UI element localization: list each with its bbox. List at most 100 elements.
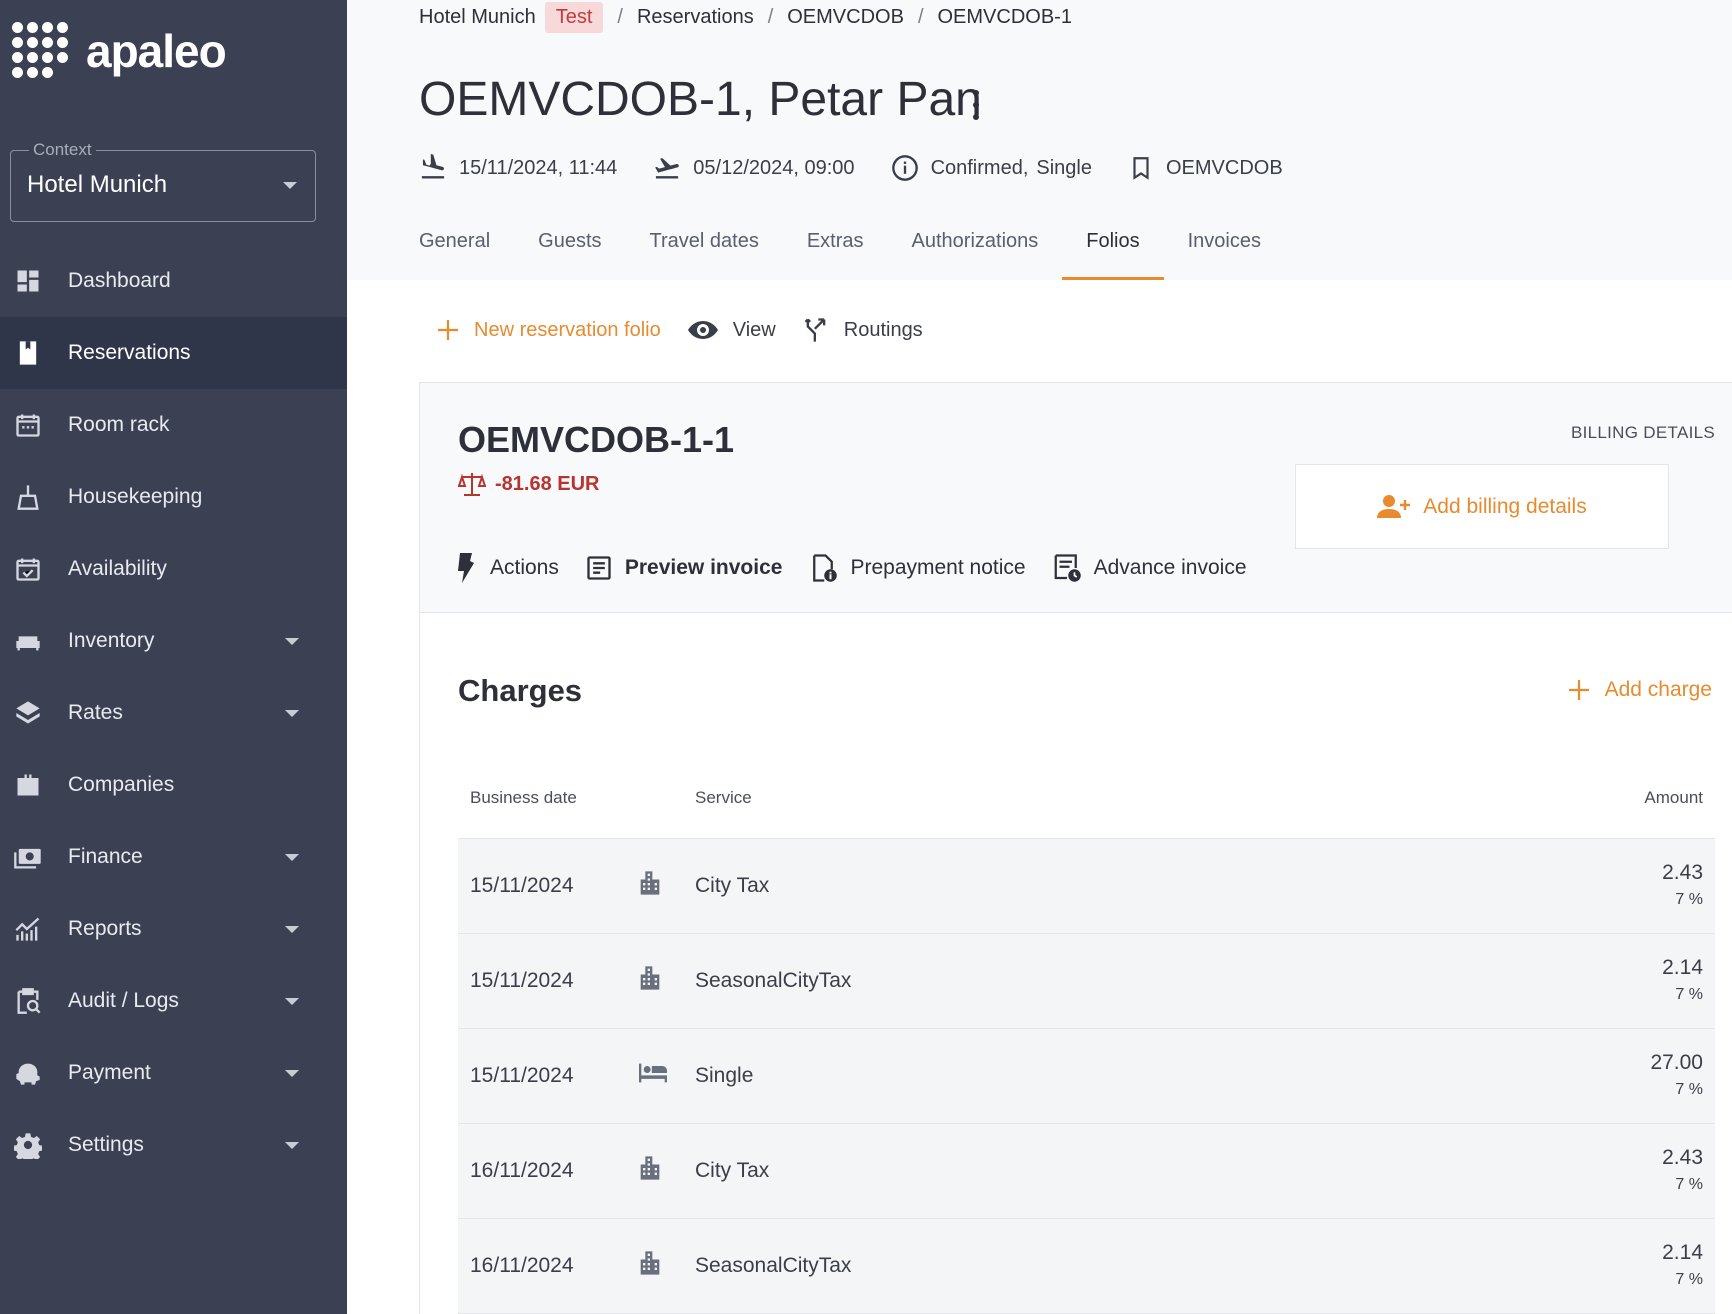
routings-button[interactable]: Routings <box>802 316 923 344</box>
column-business-date[interactable]: Business date <box>470 788 577 808</box>
tab-general[interactable]: General <box>419 222 490 280</box>
tab-invoices[interactable]: Invoices <box>1188 222 1261 280</box>
sidebar-item-label: Payment <box>68 1061 151 1084</box>
new-folio-button[interactable]: New reservation folio <box>436 318 661 342</box>
document-icon <box>587 556 611 580</box>
sidebar-item-reservations[interactable]: Reservations <box>0 317 347 389</box>
amount-value: 2.14 <box>1662 1241 1703 1264</box>
add-charge-button[interactable]: Add charge <box>1567 678 1712 702</box>
vat-rate: 7 % <box>1675 1081 1703 1098</box>
column-amount[interactable]: Amount <box>1644 788 1703 808</box>
sidebar-item-rates[interactable]: Rates <box>0 677 347 749</box>
departure-info: 05/12/2024, 09:00 <box>653 154 855 182</box>
folio-header: OEMVCDOB-1-1 -81.68 EUR BILLING DETAILS … <box>420 383 1732 613</box>
charges-table: Business date Service Amount 15/11/2024 C… <box>458 758 1715 1314</box>
context-value: Hotel Munich <box>27 171 168 198</box>
row-business-date: 16/11/2024 <box>470 1254 574 1277</box>
chevron-down-icon <box>283 182 297 189</box>
folio-card: OEMVCDOB-1-1 -81.68 EUR BILLING DETAILS … <box>419 382 1732 1314</box>
sidebar-item-payment[interactable]: Payment <box>0 1037 347 1109</box>
table-row[interactable]: 15/11/2024 SeasonalCityTax 2.14 7 % <box>458 934 1715 1029</box>
tab-guests[interactable]: Guests <box>538 222 601 280</box>
row-amount: 2.43 7 % <box>1662 1146 1703 1194</box>
actions-button[interactable]: Actions <box>454 553 559 583</box>
table-row[interactable]: 15/11/2024 Single 27.00 7 % <box>458 1029 1715 1124</box>
sidebar-item-finance[interactable]: Finance <box>0 821 347 893</box>
table-row[interactable]: 16/11/2024 City Tax 2.43 7 % <box>458 1124 1715 1219</box>
document-info-icon <box>813 554 838 582</box>
calendar-icon <box>13 410 43 440</box>
context-label: Context <box>29 140 96 160</box>
routings-label: Routings <box>843 318 923 341</box>
briefcase-icon <box>13 770 43 800</box>
booking-info[interactable]: OEMVCDOB <box>1128 155 1283 181</box>
sidebar-item-housekeeping[interactable]: Housekeeping <box>0 461 347 533</box>
advance-invoice-button[interactable]: Advance invoice <box>1052 553 1247 583</box>
column-service[interactable]: Service <box>695 788 752 808</box>
sidebar-item-settings[interactable]: Settings <box>0 1109 347 1181</box>
tab-extras[interactable]: Extras <box>807 222 864 280</box>
sidebar-item-label: Settings <box>68 1133 144 1156</box>
plus-icon <box>438 320 458 340</box>
view-button[interactable]: View <box>687 318 776 342</box>
prepayment-notice-label: Prepayment notice <box>850 556 1026 579</box>
breadcrumb-reservation: OEMVCDOB-1 <box>937 6 1072 28</box>
sidebar-item-label: Audit / Logs <box>68 989 179 1012</box>
sidebar-item-reports[interactable]: Reports <box>0 893 347 965</box>
sidebar: apaleo Context Hotel Munich Dashboard Res… <box>0 0 347 1314</box>
sidebar-item-label: Finance <box>68 845 143 868</box>
breadcrumb-hotel[interactable]: Hotel Munich <box>419 6 536 29</box>
building-icon <box>636 964 664 998</box>
chevron-down-icon <box>285 710 299 717</box>
table-row[interactable]: 15/11/2024 City Tax 2.43 7 % <box>458 839 1715 934</box>
sidebar-item-room-rack[interactable]: Room rack <box>0 389 347 461</box>
folio-id: OEMVCDOB-1-1 <box>458 419 735 460</box>
row-service: SeasonalCityTax <box>695 1254 852 1277</box>
sidebar-item-availability[interactable]: Availability <box>0 533 347 605</box>
arrival-info: 15/11/2024, 11:44 <box>419 154 617 182</box>
context-select[interactable]: Context Hotel Munich <box>10 140 316 222</box>
chevron-down-icon <box>285 638 299 645</box>
bookmark-icon <box>1133 157 1149 180</box>
sidebar-item-label: Housekeeping <box>68 485 203 508</box>
tab-folios[interactable]: Folios <box>1062 222 1165 280</box>
add-person-icon <box>1377 494 1411 518</box>
unit-text: Single <box>1036 156 1092 179</box>
row-business-date: 15/11/2024 <box>470 1064 574 1087</box>
sidebar-item-inventory[interactable]: Inventory <box>0 605 347 677</box>
actions-label: Actions <box>490 556 559 579</box>
sidebar-item-companies[interactable]: Companies <box>0 749 347 821</box>
amount-value: 27.00 <box>1650 1051 1703 1074</box>
table-row[interactable]: 16/11/2024 SeasonalCityTax 2.14 7 % <box>458 1219 1715 1314</box>
logo-text: apaleo <box>86 25 227 77</box>
chevron-down-icon <box>285 998 299 1005</box>
reservation-tabs: General Guests Travel dates Extras Authoriza… <box>419 222 1309 280</box>
sidebar-item-label: Reservations <box>68 341 191 364</box>
sidebar-item-dashboard[interactable]: Dashboard <box>0 245 347 317</box>
new-folio-label: New reservation folio <box>474 318 661 341</box>
row-business-date: 15/11/2024 <box>470 874 574 897</box>
status-info: Confirmed, Single <box>891 154 1092 182</box>
more-options-icon[interactable] <box>968 90 984 120</box>
sidebar-item-audit-logs[interactable]: Audit / Logs <box>0 965 347 1037</box>
breadcrumb-booking[interactable]: OEMVCDOB <box>787 6 904 29</box>
piggy-bank-icon <box>13 1058 43 1088</box>
breadcrumb-reservations[interactable]: Reservations <box>637 6 754 29</box>
sidebar-item-label: Inventory <box>68 629 155 652</box>
add-billing-details-button[interactable]: Add billing details <box>1295 464 1669 549</box>
chevron-down-icon <box>285 1070 299 1077</box>
tab-travel-dates[interactable]: Travel dates <box>650 222 759 280</box>
page-title: OEMVCDOB-1, Petar Pan <box>419 73 982 126</box>
sofa-icon <box>13 626 43 656</box>
prepayment-notice-button[interactable]: Prepayment notice <box>808 553 1026 583</box>
row-service: City Tax <box>695 874 770 897</box>
apaleo-logo[interactable]: apaleo <box>12 22 227 80</box>
row-amount: 2.14 7 % <box>1662 1241 1703 1289</box>
booking-id[interactable]: OEMVCDOB <box>1166 157 1283 180</box>
test-badge: Test <box>544 2 604 33</box>
dashboard-icon <box>13 266 43 296</box>
row-amount: 27.00 7 % <box>1650 1051 1703 1099</box>
tab-authorizations[interactable]: Authorizations <box>912 222 1039 280</box>
preview-invoice-button[interactable]: Preview invoice <box>585 554 782 582</box>
sidebar-item-label: Room rack <box>68 413 170 436</box>
